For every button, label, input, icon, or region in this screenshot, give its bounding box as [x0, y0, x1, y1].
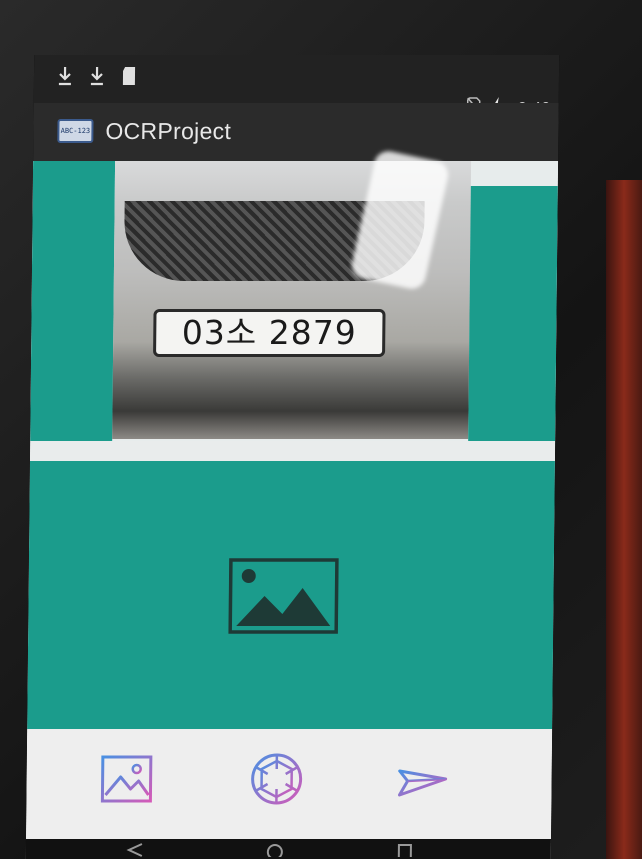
- app-logo-text: ABC-123: [60, 127, 91, 135]
- home-icon[interactable]: [266, 843, 284, 857]
- divider-band: [29, 441, 556, 461]
- send-icon[interactable]: [391, 749, 452, 809]
- image-icon: [228, 558, 339, 634]
- status-bar: 3:49: [33, 55, 560, 118]
- screen: 3:49 ABC-123 OCRProject 03소 2879: [25, 55, 560, 859]
- app-logo-icon: ABC-123: [57, 119, 94, 143]
- license-plate-text: 03소 2879: [181, 313, 357, 352]
- recents-icon[interactable]: [396, 843, 414, 857]
- camera-shutter-icon[interactable]: [246, 749, 307, 809]
- app-title: OCRProject: [105, 118, 232, 144]
- back-icon[interactable]: [126, 843, 144, 857]
- preview-panel: 03소 2879: [30, 161, 559, 448]
- result-image-area[interactable]: [27, 461, 555, 729]
- download-icon: [58, 67, 71, 86]
- preview-margin-left: [30, 161, 116, 441]
- download-icon: [90, 67, 103, 86]
- tablet-device: 3:49 ABC-123 OCRProject 03소 2879: [0, 0, 642, 859]
- preview-margin-right: [468, 186, 558, 448]
- system-nav-bar: [25, 839, 551, 859]
- sd-card-icon: [122, 67, 136, 85]
- app-bar: ABC-123 OCRProject: [33, 103, 559, 161]
- gallery-icon[interactable]: [96, 749, 157, 809]
- main-content: 03소 2879: [25, 161, 559, 859]
- device-case-edge: [606, 180, 642, 859]
- license-plate: 03소 2879: [153, 309, 386, 357]
- bottom-toolbar: [25, 729, 553, 839]
